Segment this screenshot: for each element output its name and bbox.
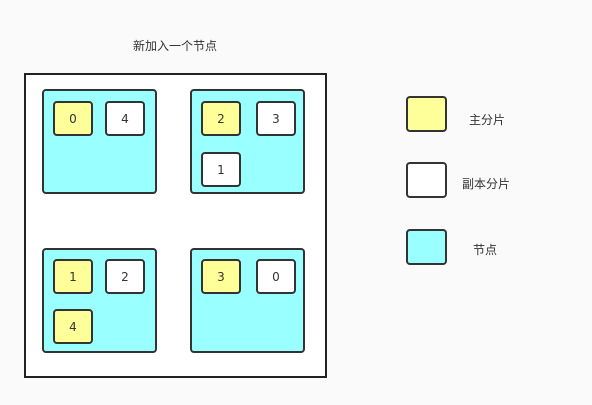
primary-shard-2: 2	[201, 101, 241, 136]
legend-primary-swatch	[406, 96, 447, 132]
primary-shard-4: 4	[53, 309, 93, 344]
node-2: 2 3 1	[190, 89, 305, 194]
replica-shard-2: 2	[105, 259, 145, 294]
legend-primary-label: 主分片	[469, 113, 506, 127]
primary-shard-3: 3	[201, 259, 241, 294]
legend-replica-label: 副本分片	[462, 177, 511, 191]
legend-node-label: 节点	[473, 243, 498, 257]
replica-shard-0: 0	[256, 259, 296, 294]
primary-shard-1: 1	[53, 259, 93, 294]
replica-shard-1: 1	[201, 152, 241, 187]
legend-replica-swatch	[406, 162, 447, 198]
node-3: 1 2 4	[42, 248, 157, 353]
primary-shard-0: 0	[53, 101, 93, 136]
replica-shard-3: 3	[256, 101, 296, 136]
diagram-title: 新加入一个节点	[132, 39, 217, 53]
node-4: 3 0	[190, 248, 305, 353]
replica-shard-4: 4	[105, 101, 145, 136]
node-1: 0 4	[42, 89, 157, 194]
legend-node-swatch	[406, 229, 447, 265]
